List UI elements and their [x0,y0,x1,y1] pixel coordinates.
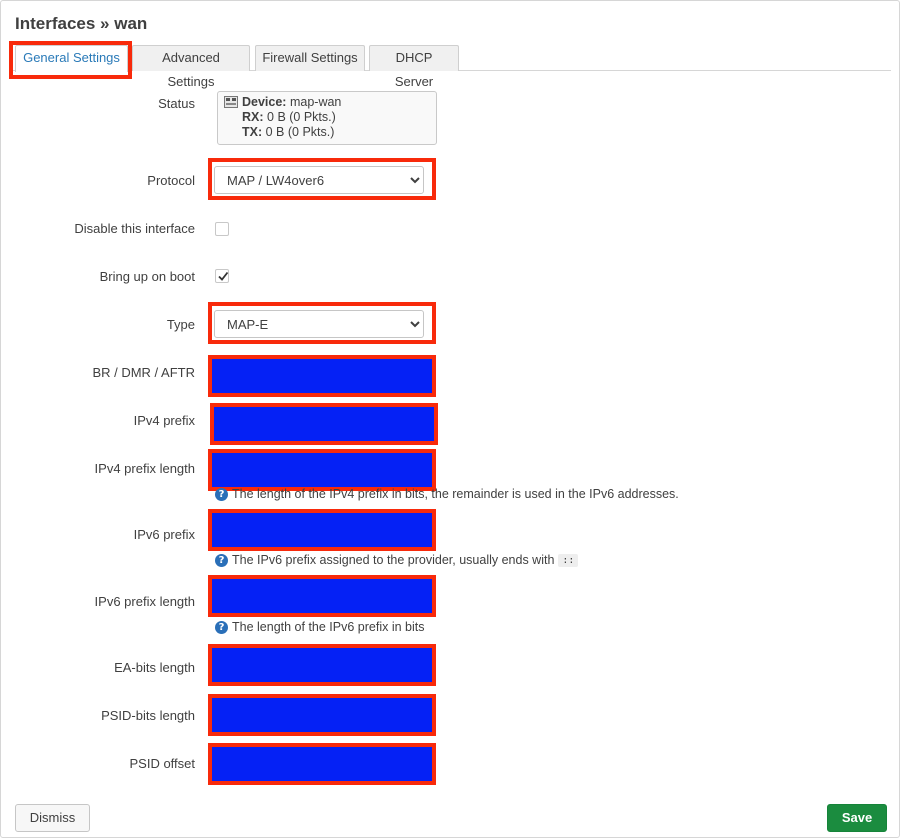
psid-offset-input[interactable] [208,743,436,785]
save-button[interactable]: Save [827,804,887,832]
ipv6-prefix-label: IPv6 prefix [133,527,195,542]
tab-dhcp-server[interactable]: DHCP Server [369,45,459,89]
br-dmr-aftr-label: BR / DMR / AFTR [92,365,195,380]
tx-value: 0 B (0 Pkts.) [265,125,335,139]
ipv4-prefix-input[interactable] [210,403,438,445]
network-device-icon [224,96,238,108]
ipv4-prefix-label: IPv4 prefix [133,413,195,428]
ipv6-prefix-hint-code: :: [558,553,579,567]
dialog-frame: Interfaces » wan General Settings Advanc… [0,0,900,838]
psid-bits-length-label: PSID-bits length [101,708,195,723]
help-icon: ? [215,487,228,501]
disable-interface-checkbox[interactable] [215,222,229,236]
checkmark-icon [218,271,229,281]
ipv6-prefix-hint-text: The IPv6 prefix assigned to the provider… [232,553,555,567]
bring-up-on-boot-checkbox[interactable] [215,269,229,283]
ipv6-prefix-length-hint-text: The length of the IPv6 prefix in bits [232,620,425,634]
ipv4-prefix-length-hint: ? The length of the IPv4 prefix in bits,… [215,487,679,501]
ipv6-prefix-length-label: IPv6 prefix length [94,594,195,609]
tab-bar: General Settings Advanced Settings Firew… [11,45,891,89]
dismiss-button[interactable]: Dismiss [15,804,90,832]
ipv6-prefix-hint: ? The IPv6 prefix assigned to the provid… [215,553,579,567]
ea-bits-length-label: EA-bits length [114,660,195,675]
ipv4-prefix-length-hint-text: The length of the IPv4 prefix in bits, t… [232,487,679,501]
status-label: Status [158,96,195,111]
br-dmr-aftr-input[interactable] [208,355,436,397]
rx-value: 0 B (0 Pkts.) [267,110,336,124]
ipv6-prefix-length-hint: ? The length of the IPv6 prefix in bits [215,620,424,634]
type-select[interactable]: MAP-E [214,310,424,338]
page-title: Interfaces » wan [15,14,148,33]
protocol-label: Protocol [147,173,195,188]
tab-general-settings[interactable]: General Settings [15,45,128,72]
type-select-wrap: MAP-E [214,310,424,338]
ea-bits-length-input[interactable] [208,644,436,686]
tab-firewall-settings[interactable]: Firewall Settings [255,45,365,71]
device-value: map-wan [289,95,342,109]
device-key: Device: [242,95,287,109]
help-icon: ? [215,620,228,634]
status-box: Device: map-wan RX: 0 B (0 Pkts.) TX: 0 … [217,91,437,145]
protocol-select[interactable]: MAP / LW4over6 [214,166,424,194]
psid-bits-length-input[interactable] [208,694,436,736]
ipv6-prefix-length-input[interactable] [208,575,436,617]
protocol-select-wrap: MAP / LW4over6 [214,166,424,194]
help-icon: ? [215,553,228,567]
bring-up-on-boot-label: Bring up on boot [99,269,195,284]
ipv6-prefix-input[interactable] [208,509,436,551]
psid-offset-label: PSID offset [129,756,195,771]
tx-key: TX: [242,125,263,139]
type-label: Type [166,317,195,332]
ipv4-prefix-length-label: IPv4 prefix length [94,461,195,476]
tab-advanced-settings[interactable]: Advanced Settings [132,45,250,89]
rx-key: RX: [242,110,264,124]
ipv4-prefix-length-input[interactable] [208,449,436,491]
disable-interface-label: Disable this interface [74,221,195,236]
